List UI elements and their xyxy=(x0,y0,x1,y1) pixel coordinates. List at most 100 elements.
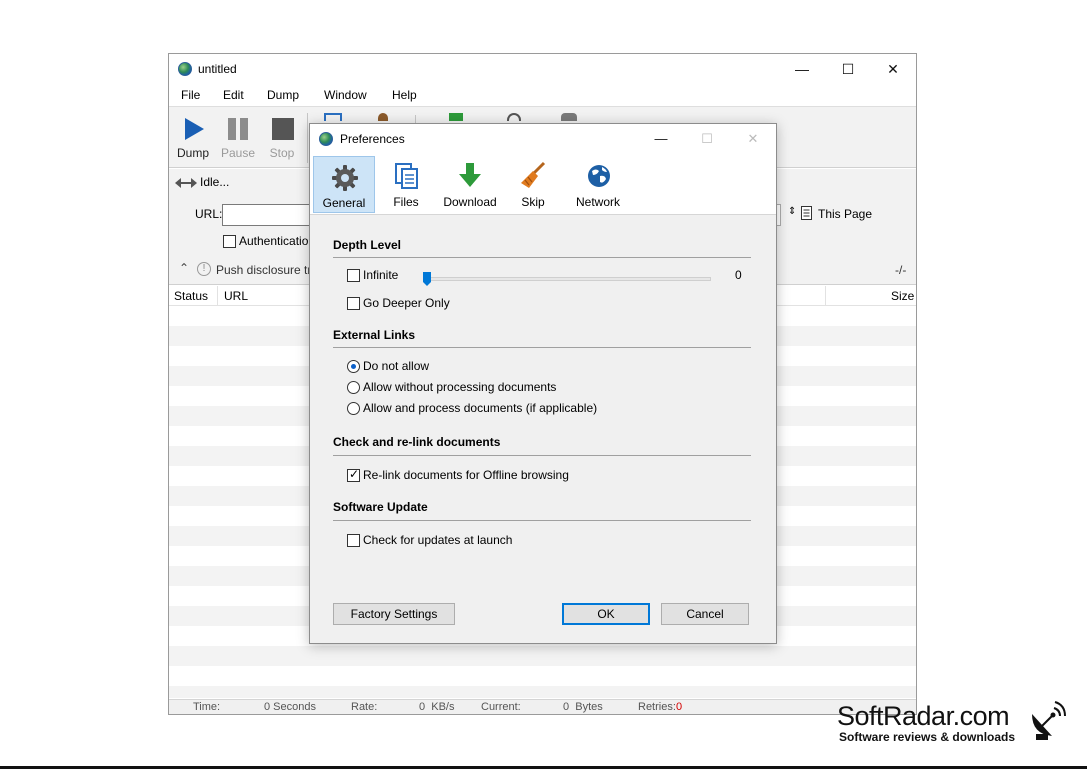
tab-network[interactable]: Network xyxy=(563,156,633,213)
url-label: URL: xyxy=(195,207,223,221)
watermark-tagline: Software reviews & downloads xyxy=(839,730,1016,744)
window-title: untitled xyxy=(198,62,237,76)
column-status[interactable]: Status xyxy=(174,289,208,303)
gear-icon xyxy=(332,165,358,191)
tab-general[interactable]: General xyxy=(313,156,375,213)
main-titlebar[interactable]: untitled — ☐ ✕ xyxy=(169,54,916,84)
tab-network-label: Network xyxy=(575,195,620,209)
authentication-checkbox[interactable] xyxy=(223,235,236,248)
spin-arrows-icon[interactable]: ⇕ xyxy=(788,206,796,217)
time-value: 0 Seconds xyxy=(264,701,316,713)
depth-slider-thumb[interactable] xyxy=(422,271,432,287)
rate-label: Rate: xyxy=(351,701,378,713)
allow-and-process-radio[interactable] xyxy=(347,402,360,415)
connection-icon xyxy=(175,178,197,188)
tab-download-label: Download xyxy=(443,195,497,209)
external-links-title: External Links xyxy=(333,328,416,342)
factory-settings-button[interactable]: Factory Settings xyxy=(333,603,455,625)
broom-icon xyxy=(521,161,546,188)
status-text: Idle... xyxy=(200,175,230,189)
app-globe-icon xyxy=(178,62,192,76)
files-icon xyxy=(395,163,418,189)
collapse-chevron-icon[interactable]: ⌃ xyxy=(179,261,189,275)
column-url[interactable]: URL xyxy=(224,289,248,303)
column-divider xyxy=(825,286,826,306)
check-updates-checkbox[interactable] xyxy=(347,534,360,547)
document-icon[interactable] xyxy=(324,113,342,121)
progress-text: -/- xyxy=(895,263,907,277)
settings-gear-icon[interactable] xyxy=(561,113,577,121)
user-icon[interactable] xyxy=(378,113,388,121)
tab-skip[interactable]: Skip xyxy=(505,156,561,213)
status-bar: Time: 0 Seconds Rate: 0 KB/s Current: 0 … xyxy=(169,699,916,714)
preferences-tabs: General Files Download Skip Network xyxy=(310,154,776,215)
preferences-dialog: Preferences — ☐ ✕ General Files Download… xyxy=(309,123,777,644)
tab-general-label: General xyxy=(322,196,366,210)
retries-label: Retries: xyxy=(638,701,676,713)
software-update-title: Software Update xyxy=(333,500,428,514)
add-icon[interactable] xyxy=(449,113,463,121)
column-size[interactable]: Size xyxy=(891,289,914,303)
relink-checkbox[interactable] xyxy=(347,467,360,482)
tab-files-label: Files xyxy=(393,195,419,209)
time-label: Time: xyxy=(193,701,221,713)
section-divider xyxy=(333,520,751,521)
infinite-checkbox[interactable] xyxy=(347,269,360,282)
menu-bar: File Edit Dump Window Help xyxy=(169,84,916,106)
minimize-button[interactable]: — xyxy=(779,54,825,84)
relink-title: Check and re-link documents xyxy=(333,435,501,449)
go-deeper-label: Go Deeper Only xyxy=(363,296,450,310)
section-divider xyxy=(333,455,751,456)
authentication-label: Authenticatio xyxy=(239,234,309,248)
depth-value: 0 xyxy=(735,268,742,282)
preferences-titlebar[interactable]: Preferences — ☐ ✕ xyxy=(310,124,776,154)
push-disclosure-text: Push disclosure tr xyxy=(216,263,312,277)
section-divider xyxy=(333,347,751,348)
dump-label: Dump xyxy=(176,146,209,160)
column-divider xyxy=(217,286,218,306)
tab-download[interactable]: Download xyxy=(437,156,503,213)
allow-and-process-label: Allow and process documents (if applicab… xyxy=(363,401,598,415)
url-input[interactable] xyxy=(222,204,312,226)
pause-icon xyxy=(228,118,248,140)
relink-label: Re-link documents for Offline browsing xyxy=(363,468,569,482)
menu-edit[interactable]: Edit xyxy=(223,88,244,102)
scope-label[interactable]: This Page xyxy=(818,207,872,221)
dialog-maximize-button[interactable]: ☐ xyxy=(684,124,730,154)
stop-button[interactable]: Stop xyxy=(260,111,304,165)
depth-slider-track[interactable] xyxy=(425,277,711,281)
close-button[interactable]: ✕ xyxy=(870,54,916,84)
depth-level-title: Depth Level xyxy=(333,238,402,252)
satellite-dish-icon xyxy=(1032,701,1066,740)
menu-window[interactable]: Window xyxy=(324,88,367,102)
rate-value: 0 KB/s xyxy=(419,701,455,713)
info-icon: ! xyxy=(197,262,211,276)
do-not-allow-radio[interactable] xyxy=(347,360,360,373)
go-deeper-checkbox[interactable] xyxy=(347,297,360,310)
menu-help[interactable]: Help xyxy=(392,88,417,102)
allow-without-processing-radio[interactable] xyxy=(347,381,360,394)
globe-icon xyxy=(588,165,610,187)
page-icon xyxy=(801,206,812,220)
check-updates-label: Check for updates at launch xyxy=(363,533,513,547)
tab-skip-label: Skip xyxy=(521,195,545,209)
download-arrow-icon xyxy=(459,163,481,187)
preferences-title: Preferences xyxy=(340,132,405,146)
pause-button[interactable]: Pause xyxy=(216,111,260,165)
search-icon[interactable] xyxy=(507,113,521,121)
menu-dump[interactable]: Dump xyxy=(267,88,299,102)
cancel-button[interactable]: Cancel xyxy=(661,603,749,625)
tab-files[interactable]: Files xyxy=(377,156,435,213)
play-icon xyxy=(185,118,204,140)
dialog-minimize-button[interactable]: — xyxy=(638,124,684,154)
ok-button[interactable]: OK xyxy=(562,603,650,625)
current-label: Current: xyxy=(481,701,521,713)
maximize-button[interactable]: ☐ xyxy=(825,54,871,84)
pause-label: Pause xyxy=(220,146,256,160)
toolbar-separator xyxy=(307,113,308,163)
stop-label: Stop xyxy=(269,146,295,160)
dump-button[interactable]: Dump xyxy=(171,111,215,165)
menu-file[interactable]: File xyxy=(181,88,200,102)
dialog-close-button[interactable]: ✕ xyxy=(730,124,776,154)
retries-value: 0 xyxy=(676,701,683,713)
